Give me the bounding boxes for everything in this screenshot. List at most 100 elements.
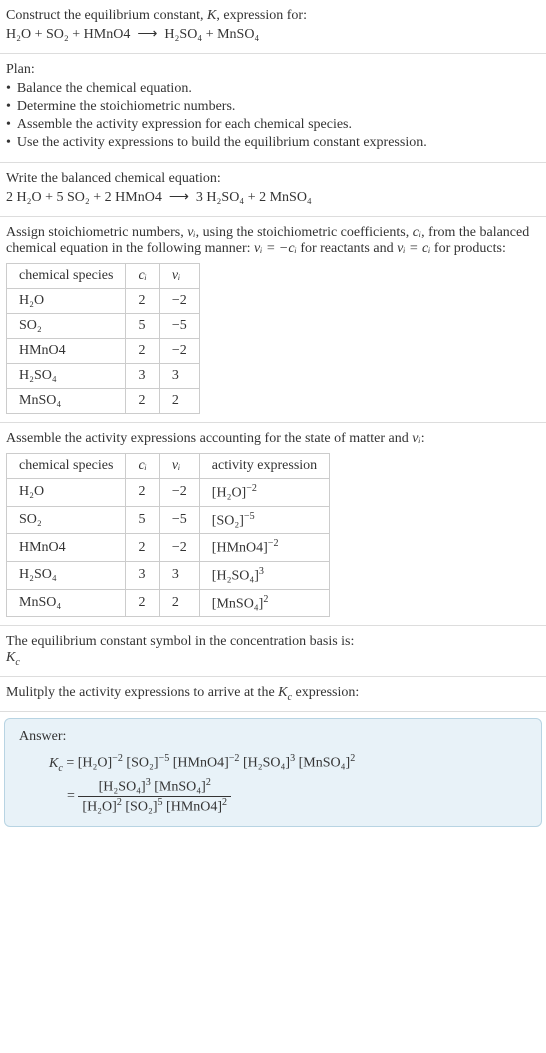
cell-activity: [H₂SO₄]3 [199,561,329,589]
nu-i: νᵢ [412,431,420,446]
plan-list: •Balance the chemical equation. •Determi… [6,78,540,154]
activity-table: chemical species cᵢ νᵢ activity expressi… [6,453,330,617]
cell-species: H₂O [7,289,126,314]
text: Use the activity expressions to build th… [17,135,427,151]
exp: 2 [350,753,355,764]
exp: −5 [244,511,255,522]
section-balanced: Write the balanced chemical equation: 2 … [0,163,546,217]
nu-i: νᵢ [187,225,195,240]
cell-species: H₂O [7,479,126,507]
cell-species: SO₂ [7,314,126,339]
term: [MnSO₄] [299,756,351,771]
term: [H₂O] [78,756,112,771]
cell-species: HMnO4 [7,534,126,562]
rhs: 3 H₂SO₄ + 2 MnSO₄ [196,190,312,205]
exp: 3 [290,753,295,764]
plan-item: •Determine the stoichiometric numbers. [6,98,540,116]
bullet-icon: • [6,81,17,97]
k: K [278,685,287,700]
text: Mulitply the activity expressions to arr… [6,685,278,700]
bullet-icon: • [6,99,17,115]
text: Assign stoichiometric numbers, [6,225,187,240]
term: [HMnO4] [173,756,229,771]
table-row: H₂SO₄33 [7,364,200,389]
col-ci: cᵢ [126,264,159,289]
col-ci: cᵢ [126,454,159,479]
answer-line1: Kc = [H₂O]−2 [SO₂]−5 [HMnO4]−2 [H₂SO₄]3 … [19,753,527,773]
kc: Kc [49,756,63,771]
col-activity: activity expression [199,454,329,479]
cell-species: H₂SO₄ [7,364,126,389]
cell-nui: 3 [159,561,199,589]
plan-heading: Plan: [6,62,540,78]
arrow-icon: ⟶ [169,190,189,205]
cell-ci: 2 [126,589,159,617]
k-var: K [207,8,216,23]
text: , expression for: [216,8,307,23]
cell-nui: −5 [159,314,199,339]
table-row: MnSO₄22[MnSO₄]2 [7,589,330,617]
table-row: HMnO42−2 [7,339,200,364]
eq: = [63,756,78,771]
text: Balance the chemical equation. [17,81,192,97]
answer-label: Answer: [19,729,527,753]
table-row: SO₂5−5[SO₂]−5 [7,506,330,534]
cell-ci: 5 [126,314,159,339]
plan-item: •Balance the chemical equation. [6,80,540,98]
section-plan: Plan: •Balance the chemical equation. •D… [0,54,546,163]
k: K [6,650,15,665]
exp: 3 [259,566,264,577]
cell-nui: −5 [159,506,199,534]
text: expression: [292,685,359,700]
base: [SO₂] [212,513,244,528]
text: Assemble the activity expressions accoun… [6,431,412,446]
exp: 5 [158,797,163,808]
balanced-equation: 2 H₂O + 5 SO₂ + 2 HMnO4 ⟶ 3 H₂SO₄ + 2 Mn… [6,187,540,208]
exp: 2 [222,797,227,808]
exp: −2 [112,753,123,764]
col-nui: νᵢ [159,264,199,289]
text: for products: [430,241,505,256]
cell-ci: 3 [126,364,159,389]
cell-activity: [MnSO₄]2 [199,589,329,617]
cell-nui: −2 [159,534,199,562]
cell-nui: −2 [159,339,199,364]
base: [H₂SO₄] [212,569,259,584]
plan-item: •Use the activity expressions to build t… [6,134,540,152]
table-row: H₂O2−2 [7,289,200,314]
cell-nui: 3 [159,364,199,389]
table-row: H₂SO₄33[H₂SO₄]3 [7,561,330,589]
cell-activity: [SO₂]−5 [199,506,329,534]
term: [H₂SO₄] [99,780,146,795]
table-row: SO₂5−5 [7,314,200,339]
text: Determine the stoichiometric numbers. [17,99,236,115]
col-nui: νᵢ [159,454,199,479]
denominator: [H₂O]2 [SO₂]5 [HMnO4]2 [78,797,231,816]
unbalanced-equation: H₂O + SO₂ + HMnO4 ⟶ H₂SO₄ + MnSO₄ [6,24,540,45]
section-activity: Assemble the activity expressions accoun… [0,423,546,626]
exp: 2 [263,594,268,605]
k: K [49,756,58,771]
col-species: chemical species [7,454,126,479]
table-row: H₂O2−2[H₂O]−2 [7,479,330,507]
exp: −2 [268,538,279,549]
term: [SO₂] [125,800,157,815]
cell-nui: 2 [159,389,199,414]
cell-ci: 5 [126,506,159,534]
stoich-table: chemical species cᵢ νᵢ H₂O2−2 SO₂5−5 HMn… [6,263,200,414]
multiply-text: Mulitply the activity expressions to arr… [6,685,540,703]
term: [H₂SO₄] [243,756,290,771]
cell-nui: −2 [159,289,199,314]
table-row: MnSO₄22 [7,389,200,414]
kc-symbol: Kc [6,650,540,668]
numerator: [H₂SO₄]3 [MnSO₄]2 [78,777,231,797]
exp: −5 [159,753,170,764]
sub: c [15,657,19,668]
cell-activity: [HMnO4]−2 [199,534,329,562]
section-stoich: Assign stoichiometric numbers, νᵢ, using… [0,217,546,423]
col-species: chemical species [7,264,126,289]
cell-species: MnSO₄ [7,389,126,414]
rel1: νᵢ = −cᵢ [254,241,297,256]
section-kc-symbol: The equilibrium constant symbol in the c… [0,626,546,677]
bullet-icon: • [6,135,17,151]
